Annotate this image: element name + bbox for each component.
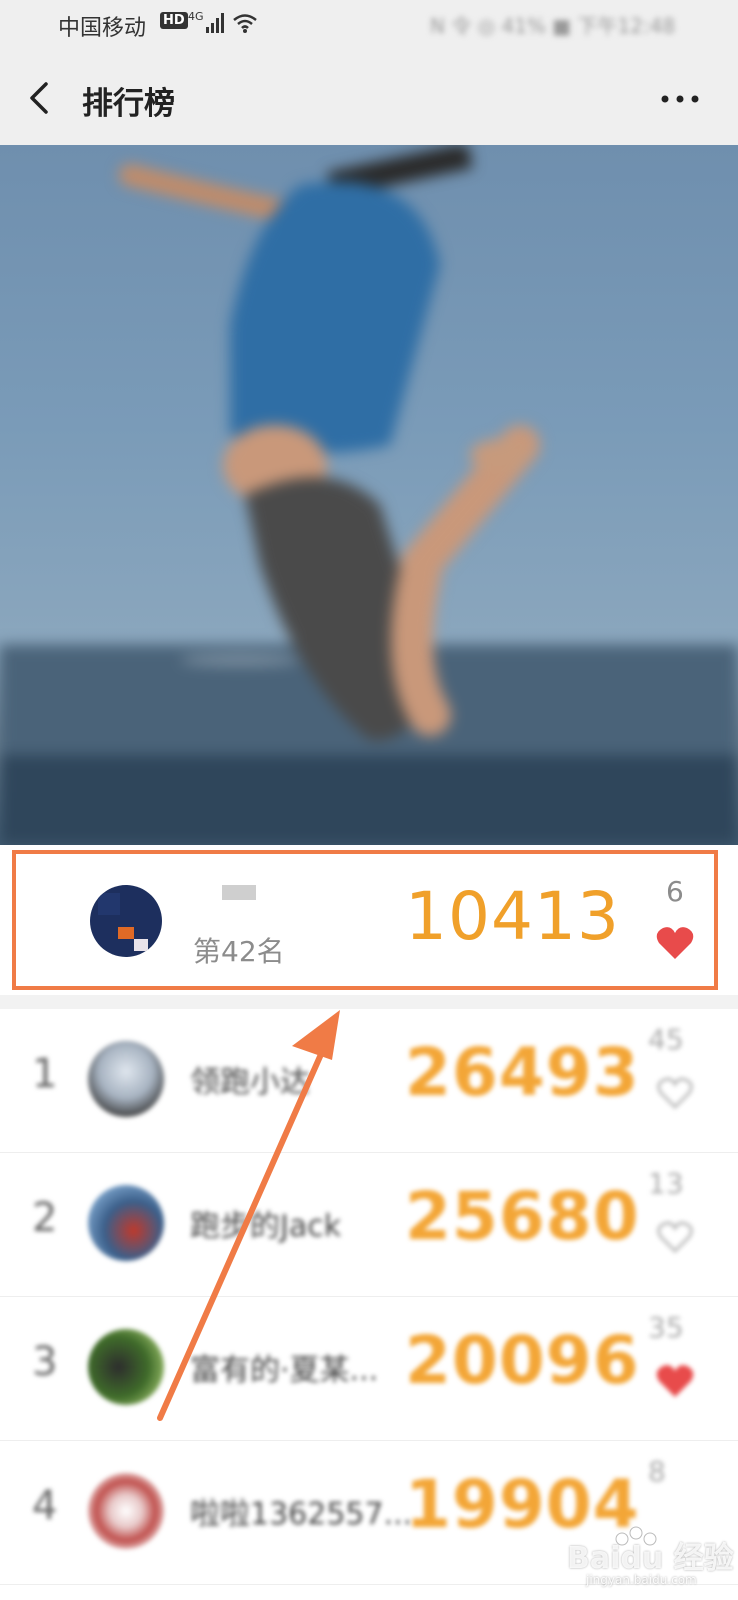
rank-number: 3 bbox=[32, 1339, 58, 1385]
like-count: 13 bbox=[648, 1167, 684, 1200]
heart-outline-icon[interactable] bbox=[655, 1219, 695, 1255]
heart-outline-icon[interactable] bbox=[655, 1075, 695, 1111]
hd-badge: HD bbox=[160, 12, 188, 29]
ranking-list: 1 领跑小达 26493 45 2 跑步的Jack 25680 13 3 富有的… bbox=[0, 1009, 738, 1585]
avatar[interactable] bbox=[88, 1185, 164, 1261]
hero-photo bbox=[0, 145, 738, 845]
avatar[interactable] bbox=[88, 1473, 164, 1549]
ranking-row[interactable]: 2 跑步的Jack 25680 13 bbox=[0, 1153, 738, 1297]
network-type: 4G bbox=[188, 10, 204, 23]
highlight-box bbox=[12, 850, 718, 990]
watermark-url: jingyan.baidu.com bbox=[586, 1573, 697, 1587]
chevron-left-icon[interactable] bbox=[26, 80, 56, 116]
nav-bar: 排行榜 bbox=[0, 50, 738, 145]
user-name: 富有的·夏某... bbox=[190, 1353, 379, 1388]
hero-photo-illustration bbox=[0, 145, 738, 845]
like-count: 35 bbox=[648, 1311, 684, 1344]
rank-number: 2 bbox=[32, 1195, 58, 1241]
status-bar: 中国移动 HD 4G N 令 ◎ 41% ■ 下午12:48 bbox=[0, 0, 738, 50]
avatar[interactable] bbox=[88, 1041, 164, 1117]
user-score: 25680 bbox=[405, 1178, 640, 1255]
user-name: 啦啦1362557... bbox=[190, 1497, 413, 1532]
rank-number: 1 bbox=[32, 1051, 58, 1097]
signal-icon bbox=[206, 13, 224, 33]
user-name: 领跑小达 bbox=[190, 1065, 310, 1100]
page-title: 排行榜 bbox=[82, 86, 175, 122]
divider bbox=[0, 995, 738, 1009]
more-horizontal-icon[interactable] bbox=[660, 94, 700, 104]
like-count: 45 bbox=[648, 1023, 684, 1056]
rank-number: 4 bbox=[32, 1483, 58, 1529]
like-count: 8 bbox=[648, 1455, 666, 1488]
ranking-row[interactable]: 1 领跑小达 26493 45 bbox=[0, 1009, 738, 1153]
status-right-info: N 令 ◎ 41% ■ 下午12:48 bbox=[430, 14, 676, 38]
avatar[interactable] bbox=[88, 1329, 164, 1405]
wifi-icon bbox=[233, 14, 257, 33]
heart-icon[interactable] bbox=[655, 1363, 695, 1399]
user-score: 26493 bbox=[405, 1034, 640, 1111]
watermark-brand: Baidu 经验 bbox=[567, 1541, 734, 1576]
user-score: 20096 bbox=[405, 1322, 640, 1399]
ranking-row[interactable]: 3 富有的·夏某... 20096 35 bbox=[0, 1297, 738, 1441]
user-name: 跑步的Jack bbox=[190, 1209, 342, 1244]
carrier-name: 中国移动 bbox=[58, 16, 147, 41]
